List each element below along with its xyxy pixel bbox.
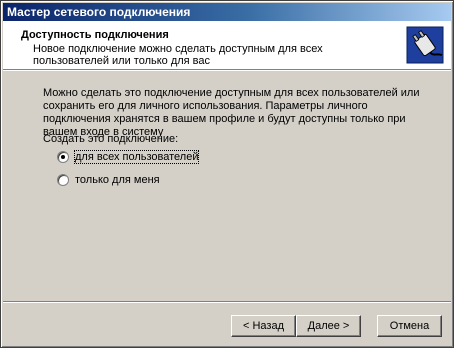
cancel-button[interactable]: Отмена — [377, 315, 442, 337]
radio-all-users-label: для всех пользователей — [73, 150, 200, 164]
description-text: Можно сделать это подключение доступным … — [43, 87, 420, 138]
network-plug-icon — [406, 26, 444, 64]
radio-button-checked[interactable] — [57, 151, 69, 163]
header-divider — [3, 69, 451, 71]
footer-divider — [3, 301, 451, 303]
next-button[interactable]: Далее > — [296, 315, 361, 337]
window-title: Мастер сетевого подключения — [3, 3, 451, 21]
wizard-header: Доступность подключения Новое подключени… — [3, 21, 451, 69]
radio-only-me-label: только для меня — [75, 174, 160, 186]
radio-button-unchecked[interactable] — [57, 174, 69, 186]
page-subtitle: Новое подключение можно сделать доступны… — [33, 43, 323, 67]
radio-only-me[interactable]: только для меня — [57, 174, 160, 186]
create-connection-label: Создать это подключение: — [43, 133, 179, 145]
wizard-window: Мастер сетевого подключения Доступность … — [0, 0, 454, 348]
back-button[interactable]: < Назад — [231, 315, 296, 337]
page-title: Доступность подключения — [21, 29, 169, 41]
radio-all-users[interactable]: для всех пользователей — [57, 150, 200, 164]
